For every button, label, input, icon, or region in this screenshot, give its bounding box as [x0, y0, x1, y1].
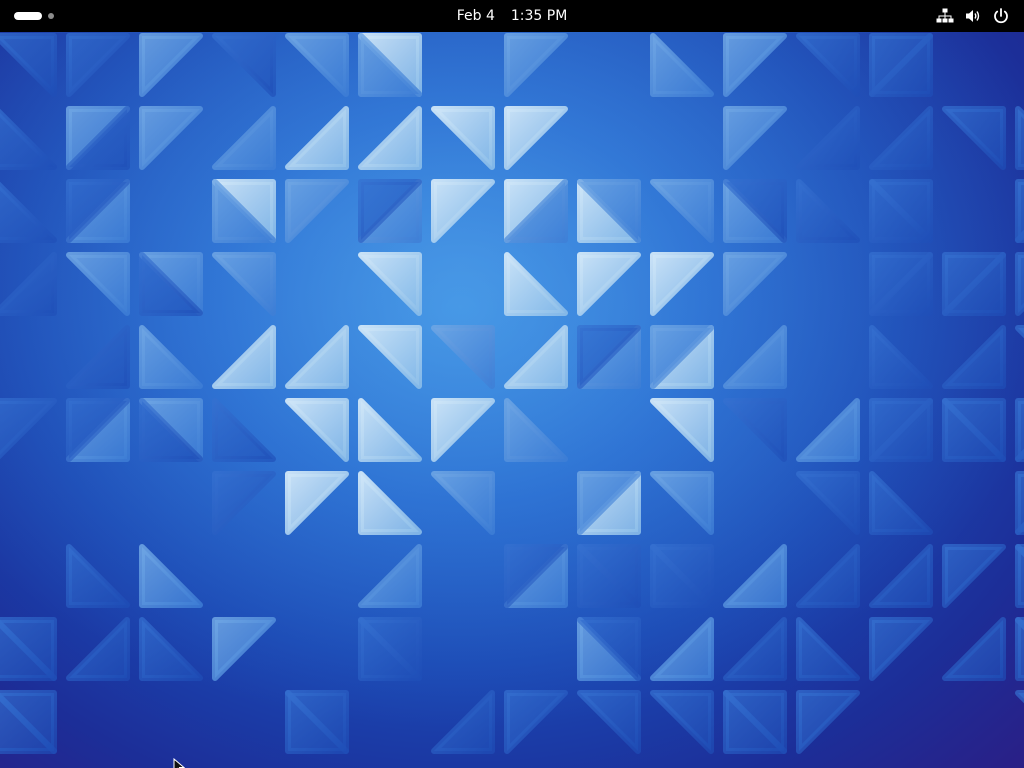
wallpaper-tile — [1015, 471, 1024, 535]
system-status-menu[interactable] — [932, 4, 1014, 28]
wallpaper-tile — [1015, 106, 1024, 170]
top-bar: Feb 4 1:35 PM — [0, 0, 1024, 32]
wallpaper-tile — [1015, 252, 1024, 316]
date-label: Feb 4 — [456, 8, 495, 24]
workspace-indicator-active — [14, 12, 42, 20]
wallpaper-tile — [1015, 617, 1024, 681]
time-label: 1:35 PM — [510, 8, 568, 24]
volume-icon — [964, 7, 982, 25]
network-wired-icon — [936, 7, 954, 25]
desktop[interactable]: Feb 4 1:35 PM — [0, 0, 1024, 768]
activities-button[interactable] — [8, 6, 70, 26]
wallpaper-tile — [1015, 544, 1024, 608]
wallpaper — [0, 0, 1024, 768]
power-icon — [992, 7, 1010, 25]
mouse-cursor — [173, 758, 185, 768]
clock-button[interactable]: Feb 4 1:35 PM — [440, 4, 584, 28]
workspace-indicator-inactive — [48, 13, 54, 19]
